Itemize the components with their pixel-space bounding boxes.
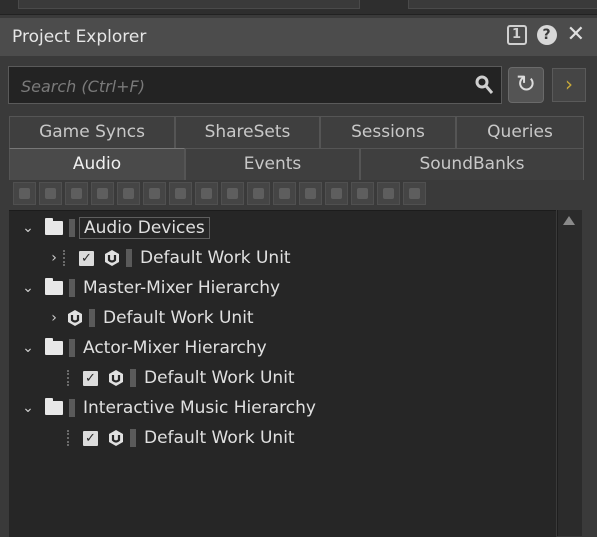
top-strip-left: [18, 0, 360, 9]
tab-sessions[interactable]: Sessions: [320, 116, 456, 148]
work-unit-icon: [109, 370, 123, 386]
tree-node-master-mixer-hierarchy[interactable]: ⌄ Master-Mixer Hierarchy: [19, 273, 280, 303]
tree-node-label: Master-Mixer Hierarchy: [83, 278, 281, 298]
expand-arrow-button[interactable]: ›: [552, 68, 586, 102]
tab-soundbanks[interactable]: SoundBanks: [360, 148, 584, 180]
tab-row-2: Audio Events SoundBanks: [9, 148, 584, 180]
tab-queries[interactable]: Queries: [456, 116, 584, 148]
chevron-down-icon[interactable]: ⌄: [19, 280, 37, 296]
pin-icon[interactable]: 1: [506, 25, 527, 45]
color-bar: [89, 309, 95, 327]
checkbox[interactable]: ✓: [79, 250, 94, 266]
tree-node-label: Default Work Unit: [144, 368, 295, 388]
tab-row-1: Game Syncs ShareSets Sessions Queries: [9, 116, 584, 148]
tab-bar: Game Syncs ShareSets Sessions Queries Au…: [9, 116, 584, 180]
work-unit-icon: [68, 310, 82, 326]
panel-edge: [582, 210, 597, 536]
search-box[interactable]: [8, 66, 502, 104]
title-bar-icons: 1 ? ✕: [506, 24, 585, 46]
color-bar: [126, 249, 132, 267]
color-bar: [69, 279, 75, 297]
refresh-button[interactable]: ↻: [508, 67, 544, 103]
sound-sfx-icon[interactable]: [221, 182, 244, 205]
tree-node-label: Default Work Unit: [103, 308, 254, 328]
tree-node-label: Audio Devices: [79, 217, 210, 239]
aux-bus-icon[interactable]: [299, 182, 322, 205]
voice-icon[interactable]: [247, 182, 270, 205]
tree-node-default-work-unit[interactable]: › Default Work Unit: [45, 303, 254, 333]
work-unit-icon[interactable]: [13, 182, 36, 205]
music-track-icon[interactable]: [351, 182, 374, 205]
color-bar: [69, 219, 75, 237]
music-segment-icon[interactable]: [325, 182, 348, 205]
blend-container-icon[interactable]: [195, 182, 218, 205]
tree-node-interactive-music-hierarchy[interactable]: ⌄ Interactive Music Hierarchy: [19, 393, 316, 423]
actor-mixer-icon[interactable]: [91, 182, 114, 205]
folder-icon: [45, 398, 63, 415]
tab-events[interactable]: Events: [185, 148, 360, 180]
color-bar: [69, 399, 75, 417]
search-input[interactable]: [19, 75, 463, 97]
work-unit-icon: [109, 430, 123, 446]
chevron-right-icon[interactable]: ›: [45, 250, 63, 266]
tree-node-default-work-unit[interactable]: ✓ Default Work Unit: [67, 363, 295, 393]
checkbox[interactable]: ✓: [83, 370, 98, 386]
random-container-icon[interactable]: [117, 182, 140, 205]
color-bar: [69, 339, 75, 357]
color-bar: [130, 369, 136, 387]
window-title: Project Explorer: [12, 27, 147, 47]
folder-icon: [45, 338, 63, 355]
vertical-scrollbar[interactable]: [557, 210, 582, 536]
grip-icon: [67, 430, 73, 446]
chevron-down-icon[interactable]: ⌄: [19, 340, 37, 356]
tab-audio[interactable]: Audio: [9, 148, 185, 180]
switch-container-icon[interactable]: [169, 182, 192, 205]
music-switch-icon[interactable]: [403, 182, 426, 205]
tree-node-label: Actor-Mixer Hierarchy: [83, 338, 267, 358]
tree-node-label: Default Work Unit: [140, 248, 291, 268]
chevron-down-icon[interactable]: ⌄: [19, 400, 37, 416]
folder-icon[interactable]: [39, 182, 62, 205]
tab-game-syncs[interactable]: Game Syncs: [9, 116, 175, 148]
work-unit-icon: [105, 250, 119, 266]
folder-icon: [45, 218, 63, 235]
search-row: ↻ ›: [8, 66, 588, 106]
tree-node-label: Default Work Unit: [144, 428, 295, 448]
audio-bus-icon[interactable]: [273, 182, 296, 205]
chevron-right-icon[interactable]: ›: [45, 310, 63, 326]
tree-node-default-work-unit[interactable]: ✓ Default Work Unit: [67, 423, 295, 453]
grip-icon: [63, 250, 69, 266]
tree-node-actor-mixer-hierarchy[interactable]: ⌄ Actor-Mixer Hierarchy: [19, 333, 267, 363]
help-icon[interactable]: ?: [536, 25, 557, 45]
tree-node-audio-devices[interactable]: ⌄ Audio Devices: [19, 213, 210, 243]
top-strip: [0, 0, 597, 15]
tree-node-label: Interactive Music Hierarchy: [83, 398, 316, 418]
music-playlist-icon[interactable]: [377, 182, 400, 205]
color-bar: [130, 429, 136, 447]
search-icon[interactable]: [473, 73, 495, 97]
top-strip-right: [408, 0, 597, 9]
title-bar: Project Explorer 1 ? ✕: [0, 18, 597, 56]
grip-icon: [67, 370, 73, 386]
checkbox[interactable]: ✓: [83, 430, 98, 446]
virtual-folder-icon[interactable]: [65, 182, 88, 205]
chevron-down-icon[interactable]: ⌄: [19, 220, 37, 236]
sequence-container-icon[interactable]: [143, 182, 166, 205]
scroll-up-icon[interactable]: [563, 216, 575, 225]
project-tree[interactable]: ⌄ Audio Devices › ✓ Default Work Unit ⌄ …: [9, 210, 556, 537]
folder-icon: [45, 278, 63, 295]
close-icon[interactable]: ✕: [567, 24, 585, 46]
object-toolbar: [13, 182, 584, 208]
tab-sharesets[interactable]: ShareSets: [175, 116, 320, 148]
tree-node-default-work-unit[interactable]: › ✓ Default Work Unit: [45, 243, 291, 273]
